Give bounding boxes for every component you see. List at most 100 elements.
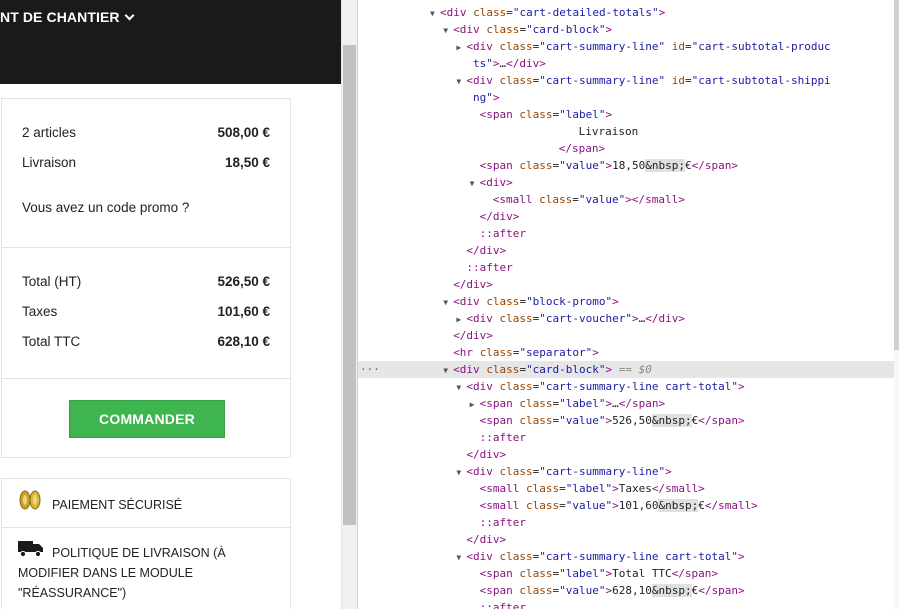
dom-node-markup: </div> (453, 329, 493, 342)
total-ht-value: 526,50 € (217, 274, 270, 289)
dom-node-line[interactable]: ::after (358, 514, 899, 531)
dom-node-line[interactable]: ▼ <div> (358, 174, 899, 191)
dom-node-markup: <small class="value"></small> (492, 193, 685, 206)
dom-node-line[interactable]: ng"> (358, 89, 899, 106)
delivery-policy-line1: POLITIQUE DE LIVRAISON (À (52, 546, 226, 560)
chevron-down-icon (124, 10, 135, 21)
collapse-triangle-icon[interactable]: ▶ (456, 39, 466, 56)
nav-menu-item[interactable]: NT DE CHANTIER (0, 9, 135, 25)
dom-node-markup: <span class="label">…</span> (479, 397, 666, 410)
collapse-triangle-icon[interactable]: ▶ (456, 311, 466, 328)
dom-node-line[interactable]: ▼ <div class="cart-summary-line" id="cart… (358, 72, 899, 89)
reassurance-card: PAIEMENT SÉCURISÉ POLITIQUE DE LIVRAISON… (1, 478, 291, 609)
dom-node-markup: <div> (479, 176, 513, 189)
devtools-elements-panel[interactable]: ▼ <div class="cart-detailed-totals"> ▼ <div… (357, 0, 899, 609)
promo-code-link[interactable]: Vous avez un code promo ? (22, 200, 189, 215)
reassurance-secure-payment: PAIEMENT SÉCURISÉ (2, 479, 290, 527)
cart-totals-card: 2 articles 508,00 € Livraison 18,50 € Vo… (1, 98, 291, 458)
total-ht-label: Total (HT) (22, 274, 82, 289)
dom-node-line[interactable]: ▶ <span class="label">…</span> (358, 395, 899, 412)
page-pane: NT DE CHANTIER 2 articles 508,00 € Livra… (0, 0, 341, 609)
dom-node-line[interactable]: <small class="value"></small> (358, 191, 899, 208)
dom-node-markup: <span class="value">628,10&nbsp;€</span> (479, 584, 745, 597)
card-payment-icon (19, 490, 41, 510)
secure-payment-label: PAIEMENT SÉCURISÉ (52, 498, 183, 512)
dom-node-line[interactable]: ▼ <div class="cart-summary-line cart-tota… (358, 548, 899, 565)
expand-triangle-icon[interactable]: ▼ (430, 5, 440, 22)
dom-node-markup: </div> (466, 533, 507, 546)
dom-node-line[interactable]: ▶ <div class="cart-summary-line" id="cart… (358, 38, 899, 55)
top-nav-bar: NT DE CHANTIER (0, 0, 341, 84)
dom-node-markup: <span class="label">Total TTC</span> (479, 567, 719, 580)
dom-node-line[interactable]: ▼ <div class="card-block"> (358, 21, 899, 38)
order-button[interactable]: COMMANDER (69, 400, 225, 438)
dom-node-line[interactable]: <span class="value">628,10&nbsp;€</span> (358, 582, 899, 599)
expand-triangle-icon[interactable]: ▼ (443, 362, 453, 379)
dom-node-line[interactable]: <span class="label">Total TTC</span> (358, 565, 899, 582)
divider (2, 378, 290, 379)
dom-node-markup: <div class="block-promo"> (453, 295, 619, 308)
dom-node-line[interactable]: Livraison (358, 123, 899, 140)
page-scrollbar-thumb[interactable] (343, 45, 356, 525)
expand-triangle-icon[interactable]: ▼ (456, 464, 466, 481)
dom-node-markup: <div class="card-block"> == $0 (453, 363, 652, 376)
devtools-scrollbar[interactable] (894, 0, 899, 609)
dom-node-markup: <div class="cart-summary-line" id="cart-… (466, 40, 831, 53)
dom-node-line[interactable]: ::after (358, 225, 899, 242)
dom-node-line[interactable]: ts">…</div> (358, 55, 899, 72)
shipping-label: Livraison (22, 155, 77, 170)
dom-node-line[interactable]: ::after (358, 429, 899, 446)
dom-node-line[interactable]: </div> (358, 208, 899, 225)
dom-node-markup: <span class="value">526,50&nbsp;€</span> (479, 414, 745, 427)
divider (2, 247, 290, 248)
truck-icon (18, 541, 43, 557)
dom-node-line[interactable]: <small class="value">101,60&nbsp;€</smal… (358, 497, 899, 514)
dom-node-line[interactable]: ::after (358, 599, 899, 609)
expand-triangle-icon[interactable]: ▼ (456, 73, 466, 90)
dom-node-markup: Livraison (578, 125, 639, 138)
shipping-value: 18,50 € (224, 155, 270, 170)
expand-triangle-icon[interactable]: ▼ (443, 22, 453, 39)
collapse-triangle-icon[interactable]: ▶ (470, 396, 480, 413)
dom-node-line[interactable]: </div> (358, 446, 899, 463)
devtools-scrollbar-thumb[interactable] (894, 0, 899, 350)
dom-node-markup: ::after (479, 431, 526, 444)
dom-node-line[interactable]: </span> (358, 140, 899, 157)
expand-triangle-icon[interactable]: ▼ (456, 549, 466, 566)
dom-node-line[interactable]: ▶ <div class="cart-voucher">…</div> (358, 310, 899, 327)
dom-node-line[interactable]: <span class="label"> (358, 106, 899, 123)
taxes-value: 101,60 € (217, 304, 270, 319)
delivery-policy-line3: "RÉASSURANCE") (18, 586, 127, 600)
total-ttc-label: Total TTC (22, 334, 81, 349)
expand-triangle-icon[interactable]: ▼ (470, 175, 480, 192)
dom-node-line[interactable]: </div> (358, 327, 899, 344)
more-options-icon[interactable]: ··· (360, 361, 380, 378)
dom-node-line[interactable]: </div> (358, 276, 899, 293)
dom-node-line[interactable]: <span class="value">18,50&nbsp;€</span> (358, 157, 899, 174)
articles-value: 508,00 € (217, 125, 270, 140)
nav-menu-label: NT DE CHANTIER (0, 9, 120, 25)
dom-node-line[interactable]: <span class="value">526,50&nbsp;€</span> (358, 412, 899, 429)
dom-node-line[interactable]: ::after (358, 259, 899, 276)
dom-node-line[interactable]: </div> (358, 242, 899, 259)
articles-label: 2 articles (22, 125, 77, 140)
dom-node-line[interactable]: ▼ <div class="cart-detailed-totals"> (358, 4, 899, 21)
dom-node-line[interactable]: <small class="label">Taxes</small> (358, 480, 899, 497)
dom-node-markup: ::after (466, 261, 513, 274)
dom-node-markup: ts">…</div> (473, 57, 546, 70)
dom-node-line[interactable]: <hr class="separator"> (358, 344, 899, 361)
dom-node-markup: <small class="value">101,60&nbsp;€</smal… (479, 499, 758, 512)
taxes-label: Taxes (22, 304, 58, 319)
dom-node-line[interactable]: ▼ <div class="cart-summary-line cart-tota… (358, 378, 899, 395)
dom-node-line[interactable]: </div> (358, 531, 899, 548)
dom-node-line[interactable]: ▼ <div class="block-promo"> (358, 293, 899, 310)
delivery-policy-line2: MODIFIER DANS LE MODULE (18, 566, 194, 580)
expand-triangle-icon[interactable]: ▼ (443, 294, 453, 311)
dom-node-line[interactable]: ▼ <div class="cart-summary-line"> (358, 463, 899, 480)
dom-node-markup: ::after (479, 601, 526, 609)
cart-line-total-ttc: Total TTC 628,10 € (22, 334, 270, 349)
dom-node-line[interactable]: ··· ▼ <div class="card-block"> == $0 (358, 361, 899, 378)
page-scrollbar[interactable] (341, 0, 357, 609)
total-ttc-value: 628,10 € (217, 334, 270, 349)
expand-triangle-icon[interactable]: ▼ (456, 379, 466, 396)
